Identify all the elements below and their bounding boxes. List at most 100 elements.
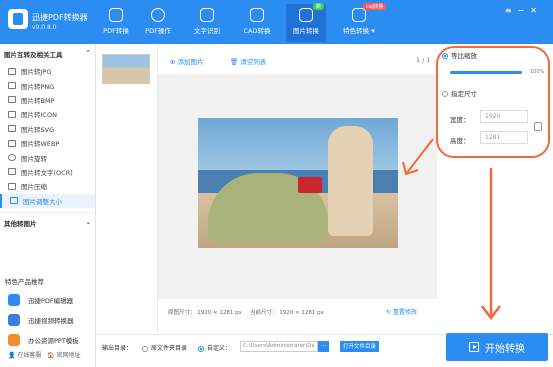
sidebar-item-jpg[interactable]: 图片转JPG bbox=[0, 64, 95, 78]
cad-icon bbox=[250, 8, 264, 22]
chevron-up-icon: ⌃ bbox=[85, 49, 91, 57]
add-image-button[interactable]: ⊕ 添加图片 bbox=[170, 56, 204, 66]
rotate-icon bbox=[8, 154, 16, 162]
option-label: 原文件夹目录 bbox=[151, 345, 188, 352]
sidebar-item-png[interactable]: 图片转PNG bbox=[0, 78, 95, 92]
sidebar-section-other[interactable]: 其他转图片 ⌄ bbox=[0, 211, 95, 233]
sidebar-item-label: 图片压缩 bbox=[21, 183, 47, 192]
new-badge: 新 bbox=[312, 3, 324, 10]
sidebar: 图片互转及相关工具 ⌃ 图片转JPG 图片转PNG 图片转BMP 图片转ICON… bbox=[0, 44, 96, 367]
special-icon bbox=[352, 8, 366, 22]
tab-cad[interactable]: CAD转换 bbox=[237, 4, 277, 42]
option-label: 自定义： bbox=[207, 345, 232, 352]
tab-image-convert[interactable]: 新 图片转换 bbox=[286, 3, 326, 42]
promo-pdf-editor[interactable]: 迅捷PDF编辑器 bbox=[0, 290, 96, 310]
promo-video-converter[interactable]: 迅捷视频转换器 bbox=[0, 310, 96, 330]
sidebar-item-webp[interactable]: 图片转WEBP bbox=[0, 136, 95, 150]
reset-button[interactable]: ↻ 重置修改 bbox=[386, 307, 417, 316]
source-folder-option[interactable]: 原文件夹目录 bbox=[142, 343, 187, 352]
sidebar-item-label: 图片转SVG bbox=[21, 125, 55, 134]
tab-label: 文字识别 bbox=[194, 27, 220, 35]
current-size: 当前尺寸： 1920 × 1281 px bbox=[250, 310, 324, 316]
tab-special[interactable]: caj转换 特色转换 ▾ bbox=[337, 3, 387, 42]
app-version: v9.0.8.0 bbox=[32, 24, 57, 31]
image-icon bbox=[8, 96, 16, 104]
app-brand: 迅捷PDF转换器 v9.0.8.0 bbox=[32, 12, 88, 31]
pdf-ops-icon bbox=[151, 8, 165, 22]
sidebar-footer: 👤 在线客服 🏠 官网地址 bbox=[0, 350, 96, 359]
ocr-icon bbox=[200, 8, 214, 22]
sidebar-item-svg[interactable]: 图片转SVG bbox=[0, 122, 95, 136]
image-person bbox=[328, 126, 373, 236]
section-title: 图片互转及相关工具 bbox=[4, 51, 63, 59]
button-label: 添加图片 bbox=[177, 58, 204, 66]
chevron-down-icon: ⌄ bbox=[85, 217, 91, 226]
preview-canvas bbox=[158, 74, 437, 298]
custom-folder-option[interactable]: 自定义： bbox=[198, 343, 231, 352]
arrow-shaft bbox=[405, 138, 434, 175]
tab-pdf-ops[interactable]: PDF操作 bbox=[138, 4, 178, 42]
clear-list-button[interactable]: 🗑 清空列表 bbox=[230, 56, 266, 66]
size-info-bar: 原图尺寸： 1920 × 1281 px 当前尺寸： 1920 × 1281 p… bbox=[158, 298, 437, 322]
resize-icon bbox=[10, 197, 18, 205]
image-icon bbox=[8, 125, 16, 133]
sidebar-item-resize[interactable]: 图片调整大小 bbox=[0, 193, 95, 208]
sidebar-item-icon[interactable]: 图片转ICON bbox=[0, 107, 95, 121]
tab-label: PDF转换 bbox=[103, 27, 129, 35]
output-path-field[interactable]: C:\Users\Administrator\De bbox=[240, 341, 318, 352]
sidebar-item-label: 图片转文字(OCR) bbox=[21, 168, 73, 177]
output-label: 输出目录： bbox=[102, 345, 133, 352]
promo-label: 办公资源PPT模板 bbox=[28, 337, 79, 345]
sidebar-item-label: 图片转ICON bbox=[21, 111, 57, 120]
radio-icon bbox=[142, 345, 148, 352]
sidebar-item-bmp[interactable]: 图片转BMP bbox=[0, 93, 95, 107]
sidebar-section-image-tools[interactable]: 图片互转及相关工具 ⌃ bbox=[0, 44, 95, 64]
sidebar-item-label: 图片转JPG bbox=[21, 68, 52, 77]
video-converter-icon bbox=[8, 314, 20, 326]
promo-label: 迅捷PDF编辑器 bbox=[28, 297, 74, 305]
tab-ocr[interactable]: 文字识别 bbox=[187, 4, 227, 42]
tab-label: 特色转换 bbox=[343, 27, 370, 35]
sidebar-item-label: 图片转PNG bbox=[21, 82, 55, 91]
thumbnail-list bbox=[96, 44, 158, 334]
section-title: 其他转图片 bbox=[4, 219, 37, 228]
menu-icon[interactable]: ≡ bbox=[505, 6, 518, 15]
minimize-icon[interactable]: − bbox=[518, 6, 531, 15]
open-folder-button[interactable]: 打开文件目录 bbox=[340, 341, 380, 352]
radio-selected-icon bbox=[198, 345, 204, 352]
close-icon[interactable]: ✕ bbox=[530, 6, 543, 15]
app-name: 迅捷PDF转换器 bbox=[32, 13, 88, 22]
thumbnail-item[interactable] bbox=[102, 54, 150, 84]
tab-label: PDF操作 bbox=[145, 27, 171, 35]
image-cooler bbox=[298, 177, 322, 193]
tab-pdf-convert[interactable]: PDF转换 bbox=[96, 4, 136, 42]
website-link[interactable]: 🏠 官网地址 bbox=[47, 352, 80, 359]
pdf-convert-icon bbox=[109, 8, 123, 22]
sidebar-item-label: 图片转BMP bbox=[21, 96, 55, 105]
image-icon bbox=[8, 67, 16, 75]
sidebar-item-compress[interactable]: 图片压缩 bbox=[0, 179, 95, 193]
button-label: 清空列表 bbox=[240, 58, 267, 66]
thumbnail-image bbox=[103, 55, 149, 83]
browse-button[interactable]: ... bbox=[318, 341, 330, 352]
pdf-editor-icon bbox=[8, 294, 20, 306]
sidebar-item-label: 图片调整大小 bbox=[23, 197, 62, 206]
sidebar-item-label: 图片转WEBP bbox=[21, 140, 60, 149]
image-icon bbox=[8, 82, 16, 90]
original-size: 原图尺寸： 1920 × 1281 px bbox=[168, 310, 242, 316]
preview-image[interactable] bbox=[198, 118, 398, 248]
annotation-highlight bbox=[436, 46, 550, 158]
customer-service-link[interactable]: 👤 在线客服 bbox=[8, 352, 41, 359]
promo-ppt-templates[interactable]: 办公资源PPT模板 bbox=[0, 330, 96, 350]
sidebar-item-ocr[interactable]: 图片转文字(OCR) bbox=[0, 165, 95, 179]
window-controls: ≡−✕ bbox=[505, 6, 543, 15]
tab-label: CAD转换 bbox=[243, 27, 271, 35]
link-label: 官网地址 bbox=[56, 352, 81, 359]
app-logo bbox=[8, 9, 28, 29]
start-convert-button[interactable]: 开始转换 bbox=[446, 333, 548, 361]
tab-label: 图片转换 bbox=[293, 27, 319, 35]
sidebar-item-rotate[interactable]: 图片旋转 bbox=[0, 150, 95, 164]
button-label: 重置修改 bbox=[392, 309, 417, 316]
play-icon bbox=[469, 342, 479, 352]
sidebar-item-label: 图片旋转 bbox=[21, 154, 47, 163]
